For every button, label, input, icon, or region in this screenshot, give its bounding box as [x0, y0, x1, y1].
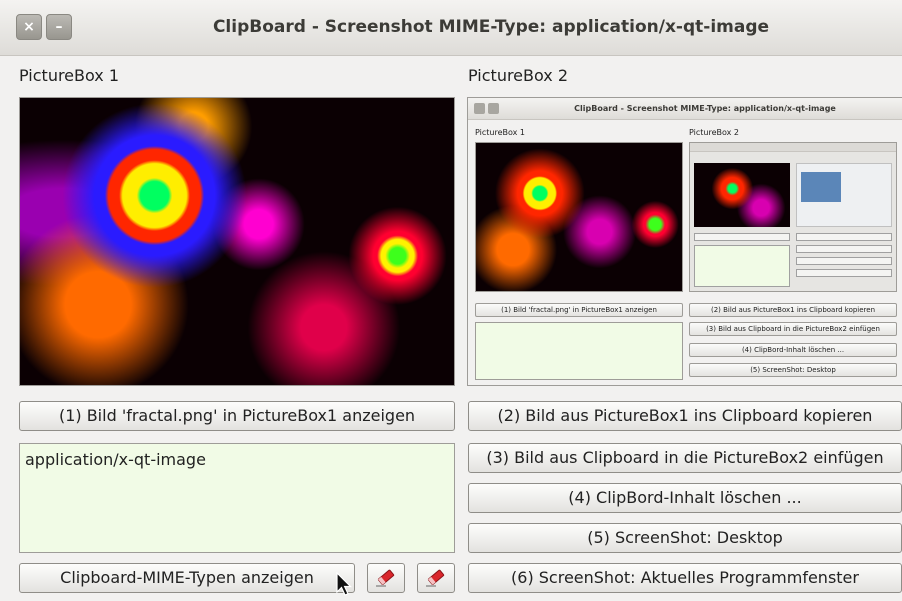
show-mime-types-button[interactable]: Clipboard-MIME-Typen anzeigen: [19, 563, 355, 593]
thumbnail-button5: (5) ScreenShot: Desktop: [689, 363, 897, 377]
thumbnail-minimize-icon: [488, 103, 499, 114]
nested-button: [796, 233, 892, 241]
nested-textarea: [694, 245, 790, 287]
picturebox2-screenshot-image: ClipBoard - Screenshot MIME-Type: applic…: [467, 97, 902, 386]
thumbnail-label1: PictureBox 1: [475, 128, 526, 137]
nested-desktop-image: [801, 172, 841, 202]
show-fractal-button[interactable]: (1) Bild 'fractal.png' in PictureBox1 an…: [19, 401, 455, 431]
thumbnail-button3: (3) Bild aus Clipboard in die PictureBox…: [689, 322, 897, 336]
nested-titlebar: [690, 143, 896, 152]
screenshot-desktop-button[interactable]: (5) ScreenShot: Desktop: [468, 523, 902, 553]
eraser-icon: [426, 569, 445, 587]
eraser-icon: [376, 569, 395, 587]
mouse-cursor-icon: [336, 572, 352, 596]
nested-fractal-image: [694, 163, 790, 227]
thumbnail-button2: (2) Bild aus PictureBox1 ins Clipboard k…: [689, 303, 897, 317]
thumbnail-label2: PictureBox 2: [689, 128, 740, 137]
nested-button: [796, 257, 892, 265]
thumbnail-textarea: [475, 322, 683, 380]
clear-button-1[interactable]: [367, 563, 405, 593]
nested-button: [796, 245, 892, 253]
thumbnail-titlebar: ClipBoard - Screenshot MIME-Type: applic…: [468, 98, 902, 120]
thumbnail-title: ClipBoard - Screenshot MIME-Type: applic…: [574, 104, 836, 113]
picturebox2-label: PictureBox 2: [468, 66, 569, 85]
clear-button-2[interactable]: [417, 563, 455, 593]
window-title: ClipBoard - Screenshot MIME-Type: applic…: [212, 17, 770, 37]
thumbnail-fractal-image: [475, 142, 683, 292]
nested-screenshot-image: [796, 163, 892, 227]
mime-types-textarea[interactable]: application/x-qt-image: [19, 443, 455, 553]
picturebox1-fractal-image: [19, 97, 455, 386]
copy-to-clipboard-button[interactable]: (2) Bild aus PictureBox1 ins Clipboard k…: [468, 401, 902, 431]
nested-button: [796, 269, 892, 277]
thumbnail-nested-screenshot: [689, 142, 897, 292]
screenshot-window-button[interactable]: (6) ScreenShot: Aktuelles Programmfenste…: [468, 563, 902, 593]
picturebox1-label: PictureBox 1: [19, 66, 120, 85]
paste-from-clipboard-button[interactable]: (3) Bild aus Clipboard in die PictureBox…: [468, 443, 902, 473]
thumbnail-button1: (1) Bild 'fractal.png' in PictureBox1 an…: [475, 303, 683, 317]
thumbnail-close-icon: [474, 103, 485, 114]
thumbnail-button4: (4) ClipBord-Inhalt löschen ...: [689, 343, 897, 357]
nested-button: [694, 233, 790, 241]
clear-clipboard-button[interactable]: (4) ClipBord-Inhalt löschen ...: [468, 483, 902, 513]
window-titlebar: × – ClipBoard - Screenshot MIME-Type: ap…: [0, 0, 902, 56]
